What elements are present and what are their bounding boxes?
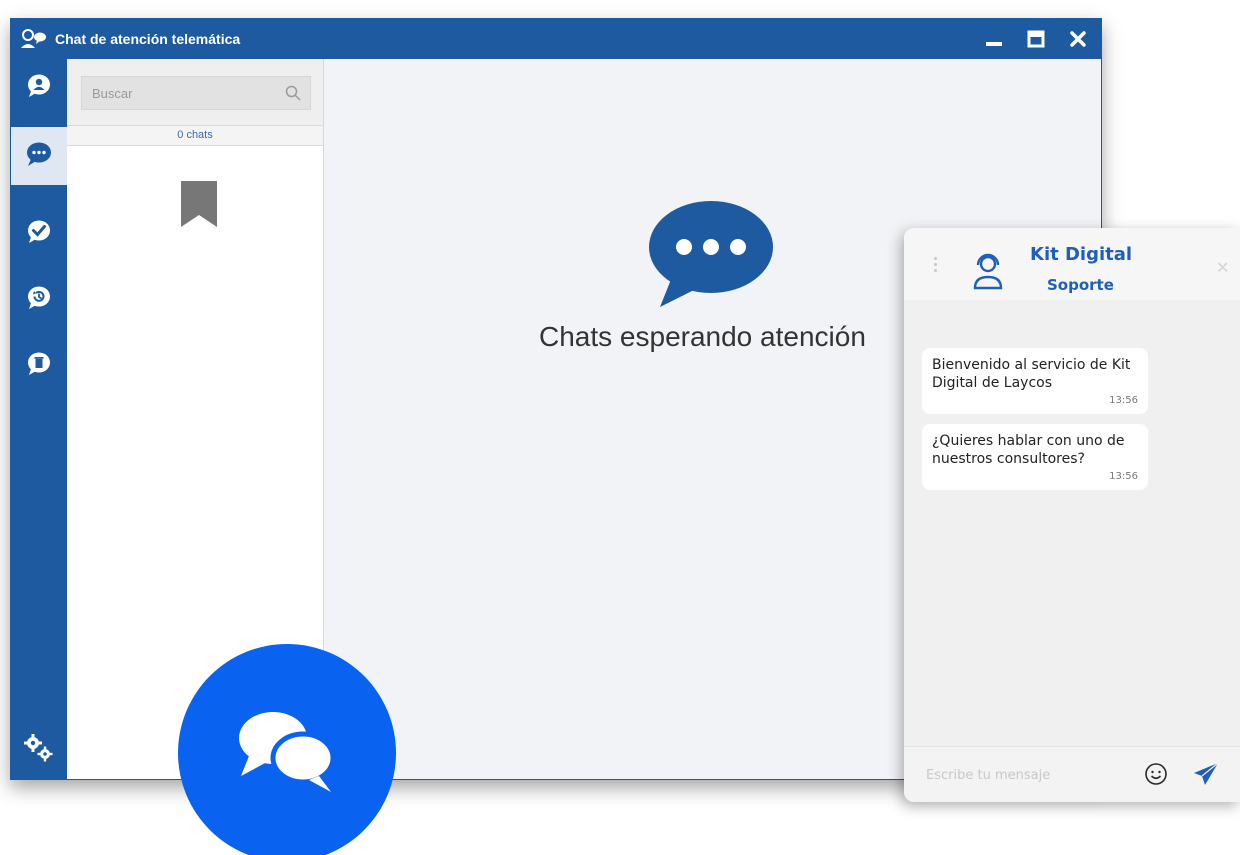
window-title: Chat de atención telemática xyxy=(55,31,241,47)
message-time: 13:56 xyxy=(1109,471,1138,482)
app-logo-icon xyxy=(11,19,55,59)
chat-launcher-button[interactable] xyxy=(178,644,396,855)
message-text: ¿Quieres hablar con uno de nuestros cons… xyxy=(932,433,1125,467)
message-text: Bienvenido al servicio de Kit Digital de… xyxy=(932,357,1131,391)
search-input[interactable] xyxy=(82,77,310,109)
chat-widget: Kit Digital Soporte ✕ Bienvenido al serv… xyxy=(904,228,1240,802)
rail-item-history[interactable] xyxy=(11,271,67,329)
close-button[interactable] xyxy=(1061,24,1095,54)
chat-dots-large-icon xyxy=(648,199,774,314)
rail-item-resolved[interactable] xyxy=(11,205,67,263)
waiting-message: Chats esperando atención xyxy=(539,321,866,352)
message-bubble: ¿Quieres hablar con uno de nuestros cons… xyxy=(922,424,1148,490)
close-icon[interactable]: ✕ xyxy=(1216,258,1229,278)
search-area xyxy=(67,59,323,125)
chat-count: 0 chats xyxy=(67,125,323,146)
send-icon[interactable] xyxy=(1193,762,1219,791)
maximize-button[interactable] xyxy=(1019,24,1053,54)
sidebar-rail xyxy=(11,59,67,779)
rail-item-contacts[interactable] xyxy=(11,59,67,117)
minimize-button[interactable] xyxy=(977,24,1011,54)
widget-title: Kit Digital xyxy=(1030,244,1133,265)
check-bubble-icon xyxy=(26,219,52,250)
support-agent-icon xyxy=(972,250,1004,295)
chat-dots-icon xyxy=(25,141,53,172)
message-bubble: Bienvenido al servicio de Kit Digital de… xyxy=(922,348,1148,414)
screen: Chat de atención telemática Buscar 0 cha… xyxy=(0,0,1240,855)
bookmark-icon xyxy=(181,181,217,232)
widget-subtitle: Soporte xyxy=(1047,276,1114,294)
message-composer xyxy=(904,746,1240,802)
trash-bubble-icon xyxy=(26,351,52,382)
window-controls xyxy=(977,19,1095,59)
history-bubble-icon xyxy=(26,285,52,316)
emoji-icon[interactable] xyxy=(1144,762,1168,791)
message-time: 13:56 xyxy=(1109,395,1138,406)
rail-item-deleted[interactable] xyxy=(11,337,67,395)
user-bubble-icon xyxy=(26,73,52,104)
message-input[interactable] xyxy=(926,761,1126,789)
rail-item-chats[interactable] xyxy=(11,127,67,185)
chat-bubbles-icon xyxy=(235,708,339,799)
menu-dots-icon[interactable] xyxy=(928,254,942,278)
widget-header: Kit Digital Soporte ✕ xyxy=(904,228,1240,300)
gears-icon xyxy=(23,733,55,768)
settings-button[interactable] xyxy=(11,721,67,779)
search-icon[interactable] xyxy=(285,85,301,106)
title-bar: Chat de atención telemática xyxy=(11,19,1101,59)
search-box xyxy=(81,76,311,110)
